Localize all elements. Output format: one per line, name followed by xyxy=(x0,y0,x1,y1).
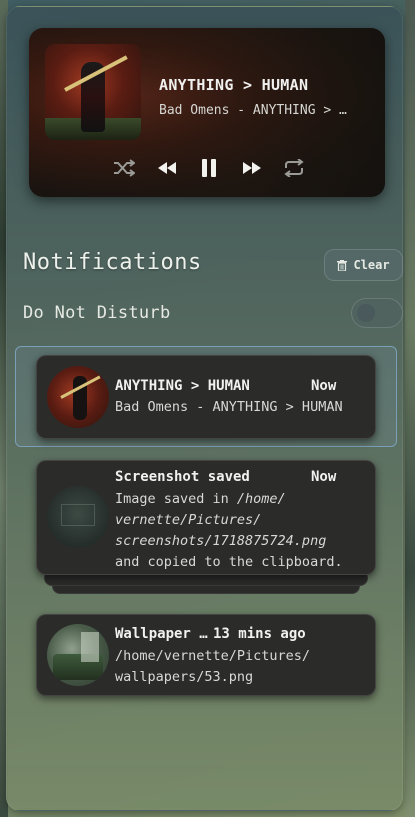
notification-time: Now xyxy=(311,378,337,394)
song-artist: Bad Omens - ANYTHING > … xyxy=(159,103,347,118)
notification-body: /home/vernette/Pictures/ wallpapers/53.p… xyxy=(115,648,311,685)
toggle-knob xyxy=(357,304,375,322)
trash-icon xyxy=(337,259,348,271)
do-not-disturb-toggle[interactable] xyxy=(351,298,403,328)
screenshot-thumbnail xyxy=(47,486,109,548)
shuffle-icon xyxy=(114,159,135,177)
media-player-card: ANYTHING > HUMAN Bad Omens - ANYTHING > … xyxy=(29,28,385,197)
repeat-icon xyxy=(284,159,304,177)
song-title: ANYTHING > HUMAN xyxy=(159,76,309,94)
notification-body: Bad Omens - ANYTHING > HUMAN xyxy=(115,399,343,415)
do-not-disturb-label: Do Not Disturb xyxy=(23,303,171,323)
repeat-button[interactable] xyxy=(279,153,309,183)
notifications-heading: Notifications xyxy=(23,250,202,275)
notification-app-name: Screenshot saved xyxy=(115,469,250,485)
desktop-wallpaper-right xyxy=(405,0,415,817)
clear-label: Clear xyxy=(353,258,390,272)
previous-button[interactable] xyxy=(152,153,182,183)
notification-app-name: ANYTHING > HUMAN xyxy=(115,378,250,394)
shuffle-button[interactable] xyxy=(109,153,139,183)
pause-icon xyxy=(202,159,216,177)
next-icon xyxy=(242,162,261,174)
notification-time: 13 mins ago xyxy=(213,626,306,642)
previous-icon xyxy=(157,162,176,174)
album-art xyxy=(45,44,141,140)
clear-notifications-button[interactable]: Clear xyxy=(324,249,403,281)
pause-button[interactable] xyxy=(194,153,224,183)
wallpaper-thumbnail xyxy=(47,624,109,686)
notification-card-music[interactable]: ANYTHING > HUMAN Now Bad Omens - ANYTHIN… xyxy=(36,355,376,439)
playback-controls xyxy=(109,153,309,183)
music-app-icon xyxy=(47,366,109,428)
notification-time: Now xyxy=(311,469,337,485)
notification-body: Image saved in /home/ vernette/Pictures/… xyxy=(115,491,343,570)
notification-card-wallpaper[interactable]: Wallpaper … 13 mins ago /home/vernette/P… xyxy=(36,614,376,696)
notification-card-screenshot[interactable]: Screenshot saved Now Image saved in /hom… xyxy=(36,460,376,575)
notification-app-name: Wallpaper … xyxy=(115,626,208,642)
next-button[interactable] xyxy=(237,153,267,183)
